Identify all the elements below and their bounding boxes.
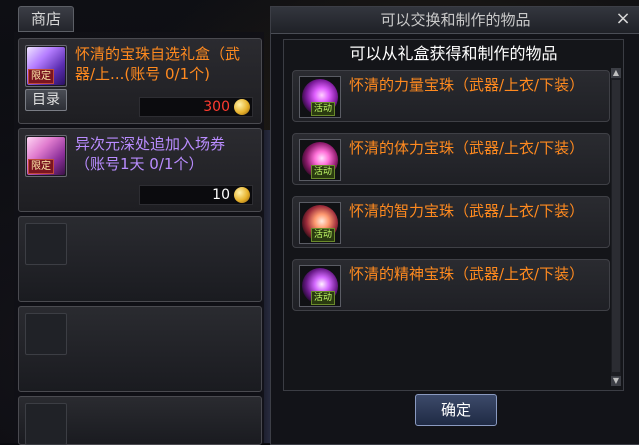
dialog-title-bar[interactable]: 可以交换和制作的物品 × — [271, 7, 639, 34]
list-subtitle: 可以从礼盒获得和制作的物品 — [349, 44, 558, 63]
list-item[interactable]: 活动 怀清的智力宝珠（武器/上衣/下装） — [292, 196, 610, 248]
catalog-button[interactable]: 目录 — [25, 89, 67, 111]
item-name: 怀清的力量宝珠（武器/上衣/下装） — [349, 76, 585, 94]
event-badge: 活动 — [311, 228, 336, 242]
limited-badge: 限定 — [28, 69, 54, 84]
item-list-panel: 可以从礼盒获得和制作的物品 活动 怀清的力量宝珠（武器/上衣/下装） 活动 怀清… — [283, 39, 624, 391]
item-name: 怀清的精神宝珠（武器/上衣/下装） — [349, 265, 585, 283]
list-item[interactable]: 活动 怀清的体力宝珠（武器/上衣/下装） — [292, 133, 610, 185]
empty-shop-card — [18, 306, 262, 392]
close-icon[interactable]: × — [614, 10, 632, 28]
exchange-dialog: 可以交换和制作的物品 × 可以从礼盒获得和制作的物品 活动 怀清的力量宝珠（武器… — [270, 6, 639, 445]
shop-item-card[interactable]: 限定 异次元深处追加入场券 （账号1天 0/1个） 10 — [18, 128, 262, 212]
list-item[interactable]: 活动 怀清的精神宝珠（武器/上衣/下装） — [292, 259, 610, 311]
coin-icon — [234, 187, 250, 203]
price-bar: 300 — [139, 97, 253, 117]
coin-icon — [234, 99, 250, 115]
empty-slot — [25, 403, 67, 445]
empty-slot — [25, 223, 67, 265]
limited-badge: 限定 — [28, 159, 54, 174]
item-name: 怀清的宝珠自选礼盒（武器/上...(账号 0/1个) — [75, 45, 241, 83]
event-badge: 活动 — [311, 165, 336, 179]
scrollbar-thumb[interactable] — [612, 80, 620, 372]
price-value: 300 — [203, 99, 230, 115]
item-slot[interactable]: 限定 — [25, 45, 67, 87]
event-badge: 活动 — [311, 102, 336, 116]
scroll-up-icon[interactable]: ▲ — [611, 68, 621, 78]
scroll-down-icon[interactable]: ▼ — [611, 376, 621, 386]
list-item[interactable]: 活动 怀清的力量宝珠（武器/上衣/下装） — [292, 70, 610, 122]
shop-item-card[interactable]: 限定 怀清的宝珠自选礼盒（武器/上...(账号 0/1个) 目录 300 — [18, 38, 262, 124]
dialog-title: 可以交换和制作的物品 — [380, 11, 531, 29]
item-slot[interactable]: 限定 — [25, 135, 67, 177]
item-name: 异次元深处追加入场券 （账号1天 0/1个） — [75, 135, 226, 173]
event-badge: 活动 — [311, 291, 336, 305]
item-name: 怀清的体力宝珠（武器/上衣/下装） — [349, 139, 585, 157]
confirm-button[interactable]: 确定 — [415, 394, 497, 426]
empty-slot — [25, 313, 67, 355]
empty-shop-card — [18, 396, 262, 445]
item-slot[interactable]: 活动 — [299, 76, 341, 118]
empty-shop-card — [18, 216, 262, 302]
item-slot[interactable]: 活动 — [299, 265, 341, 307]
tab-shop[interactable]: 商店 — [18, 6, 74, 32]
shop-panel: 限定 怀清的宝珠自选礼盒（武器/上...(账号 0/1个) 目录 300 限定 … — [14, 32, 264, 445]
item-slot[interactable]: 活动 — [299, 139, 341, 181]
scrollbar[interactable]: ▲ ▼ — [611, 68, 621, 386]
item-slot[interactable]: 活动 — [299, 202, 341, 244]
item-name: 怀清的智力宝珠（武器/上衣/下装） — [349, 202, 585, 220]
price-bar: 10 — [139, 185, 253, 205]
price-value: 10 — [212, 187, 230, 203]
